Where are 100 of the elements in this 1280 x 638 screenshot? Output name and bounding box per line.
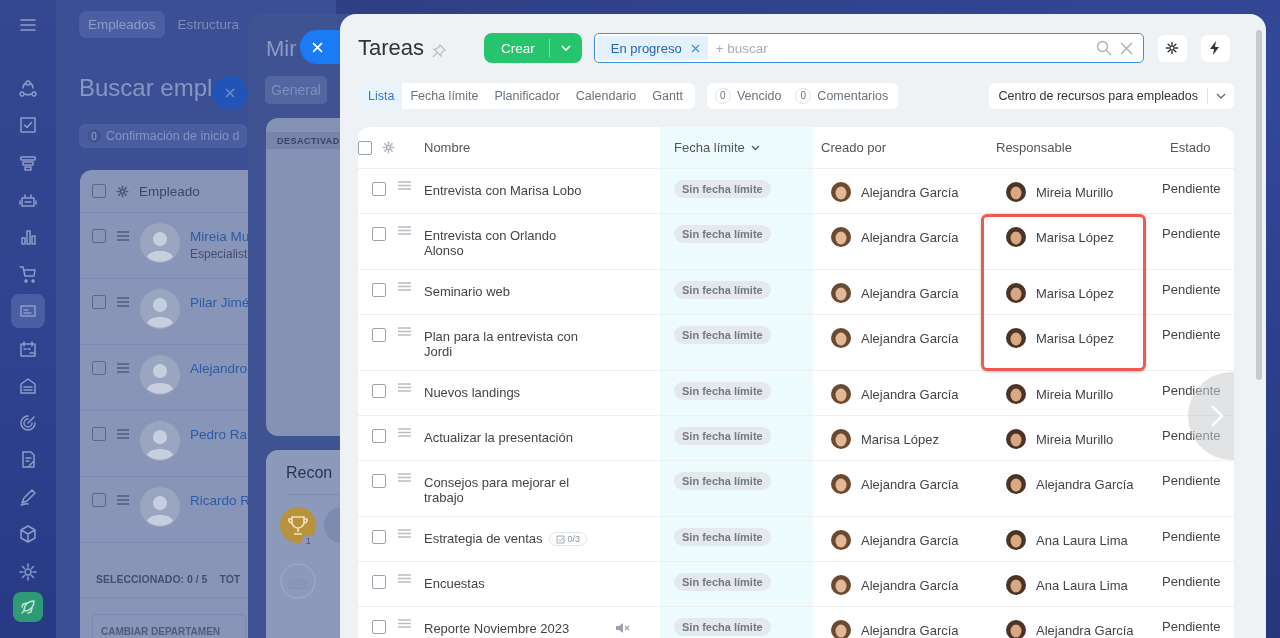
drag-handle-icon[interactable] [398, 226, 411, 235]
task-link[interactable]: Entrevista con Orlando Alonso [424, 228, 596, 258]
checkbox[interactable] [92, 493, 106, 507]
person-link[interactable]: Mireia Murillo [1036, 432, 1114, 447]
task-link[interactable]: Encuestas [424, 576, 485, 591]
task-link[interactable]: Consejos para mejorar el trabajo [424, 475, 596, 505]
settings-icon[interactable] [116, 184, 129, 198]
counter-filter[interactable]: 0 Vencido [714, 87, 782, 104]
pin-icon[interactable] [432, 44, 447, 58]
task-link[interactable]: Estrategia de ventas [424, 531, 543, 546]
task-link[interactable]: Plan para la entrevista con Jordi [424, 329, 596, 359]
settings-button[interactable] [1157, 34, 1187, 62]
person-link[interactable]: Marisa López [861, 432, 940, 447]
deadline-tag[interactable]: Sin fecha límite [674, 573, 771, 591]
drag-handle-icon[interactable] [398, 574, 411, 583]
drag-handle-icon[interactable] [116, 297, 130, 307]
checkbox[interactable] [92, 427, 106, 441]
person-link[interactable]: Alejandra García [861, 623, 959, 638]
drag-handle-icon[interactable] [398, 327, 411, 336]
view-tab[interactable]: Gantt [644, 82, 691, 109]
task-link[interactable]: Nuevos landings [424, 385, 521, 400]
deadline-tag[interactable]: Sin fecha límite [674, 180, 771, 198]
drag-handle-icon[interactable] [116, 429, 130, 439]
checkbox[interactable] [372, 182, 386, 196]
drag-handle-icon[interactable] [116, 363, 130, 373]
person-link[interactable]: Alejandra García [861, 286, 959, 301]
checkbox[interactable] [92, 229, 106, 243]
checkbox[interactable] [92, 295, 106, 309]
checkbox[interactable] [92, 361, 106, 375]
person-link[interactable]: Marisa López [1036, 230, 1115, 245]
task-link[interactable]: Actualizar la presentación [424, 430, 573, 445]
clear-icon[interactable] [1119, 41, 1133, 55]
drag-handle-icon[interactable] [398, 428, 411, 437]
view-tab[interactable]: Lista [358, 82, 403, 109]
checkbox[interactable] [372, 227, 386, 241]
drag-handle-icon[interactable] [398, 383, 411, 392]
person-link[interactable]: Marisa López [1036, 286, 1115, 301]
person-link[interactable]: Alejandra García [1036, 477, 1134, 492]
person-link[interactable]: Alejandra García [861, 185, 959, 200]
project-select[interactable]: Centro de recursos para empleados [988, 82, 1234, 109]
person-link[interactable]: Alejandra García [861, 331, 959, 346]
person-link[interactable]: Mireia Murillo [1036, 387, 1114, 402]
checkbox[interactable] [372, 620, 386, 634]
scrollbar[interactable] [1256, 30, 1262, 380]
deadline-tag[interactable]: Sin fecha límite [674, 281, 771, 299]
person-link[interactable]: Ana Laura Lima [1036, 578, 1128, 593]
deadline-tag[interactable]: Sin fecha límite [674, 326, 771, 344]
column-header[interactable]: Responsable [996, 140, 1072, 155]
person-link[interactable]: Alejandra García [861, 477, 959, 492]
checkbox[interactable] [372, 328, 386, 342]
column-header[interactable]: Nombre [424, 140, 471, 155]
counter-filter[interactable]: 0 Comentarios [795, 87, 889, 104]
caret-icon[interactable] [559, 44, 572, 52]
sidebar-item[interactable] [13, 591, 43, 622]
column-header[interactable]: Creado por [821, 140, 887, 155]
person-link[interactable]: Marisa López [1036, 331, 1115, 346]
sort-icon[interactable] [750, 144, 760, 151]
task-link[interactable]: Seminario web [424, 284, 510, 299]
close-button[interactable] [300, 30, 340, 64]
search-field[interactable]: En progreso + buscar [593, 33, 1144, 63]
view-tab[interactable]: Fecha límite [402, 82, 487, 109]
deadline-tag[interactable]: Sin fecha límite [674, 618, 771, 636]
muted-icon[interactable] [616, 623, 630, 633]
checkbox[interactable] [372, 429, 386, 443]
drag-handle-icon[interactable] [398, 529, 411, 538]
deadline-tag[interactable]: Sin fecha límite [674, 472, 771, 490]
drag-handle-icon[interactable] [398, 619, 411, 628]
close-icon[interactable] [690, 43, 700, 53]
view-tab[interactable]: Planificador [486, 82, 568, 109]
column-header[interactable]: Estado [1170, 140, 1211, 155]
person-link[interactable]: Alejandra García [861, 387, 959, 402]
checkbox[interactable] [372, 384, 386, 398]
checkbox[interactable] [372, 474, 386, 488]
view-tab[interactable]: Calendario [567, 82, 645, 109]
deadline-tag[interactable]: Sin fecha límite [674, 225, 771, 243]
checkbox[interactable] [372, 283, 386, 297]
drag-handle-icon[interactable] [398, 181, 411, 190]
search-icon[interactable] [1095, 40, 1112, 56]
person-link[interactable]: Mireia Murillo [1036, 185, 1114, 200]
drag-handle-icon[interactable] [398, 473, 411, 482]
column-header[interactable]: Fecha límite [674, 140, 745, 155]
person-link[interactable]: Alejandra García [861, 230, 959, 245]
checkbox[interactable] [92, 184, 106, 198]
person-link[interactable]: Alejandra García [861, 533, 959, 548]
checkbox[interactable] [372, 530, 386, 544]
person-link[interactable]: Alejandra García [1036, 623, 1134, 638]
filter-chip[interactable]: En progreso [596, 36, 708, 60]
deadline-tag[interactable]: Sin fecha límite [674, 427, 771, 445]
task-link[interactable]: Entrevista con Marisa Lobo [424, 183, 582, 198]
automation-button[interactable] [1200, 34, 1230, 62]
task-link[interactable]: Reporte Noviembre 2023 [424, 621, 570, 636]
deadline-tag[interactable]: Sin fecha límite [674, 382, 771, 400]
checkbox[interactable] [372, 575, 386, 589]
person-link[interactable]: Alejandra García [861, 578, 959, 593]
deadline-tag[interactable]: Sin fecha límite [674, 528, 771, 546]
drag-handle-icon[interactable] [116, 495, 130, 505]
person-link[interactable]: Ana Laura Lima [1036, 533, 1128, 548]
drag-handle-icon[interactable] [398, 282, 411, 291]
settings-icon[interactable] [382, 141, 395, 154]
drag-handle-icon[interactable] [116, 231, 130, 241]
